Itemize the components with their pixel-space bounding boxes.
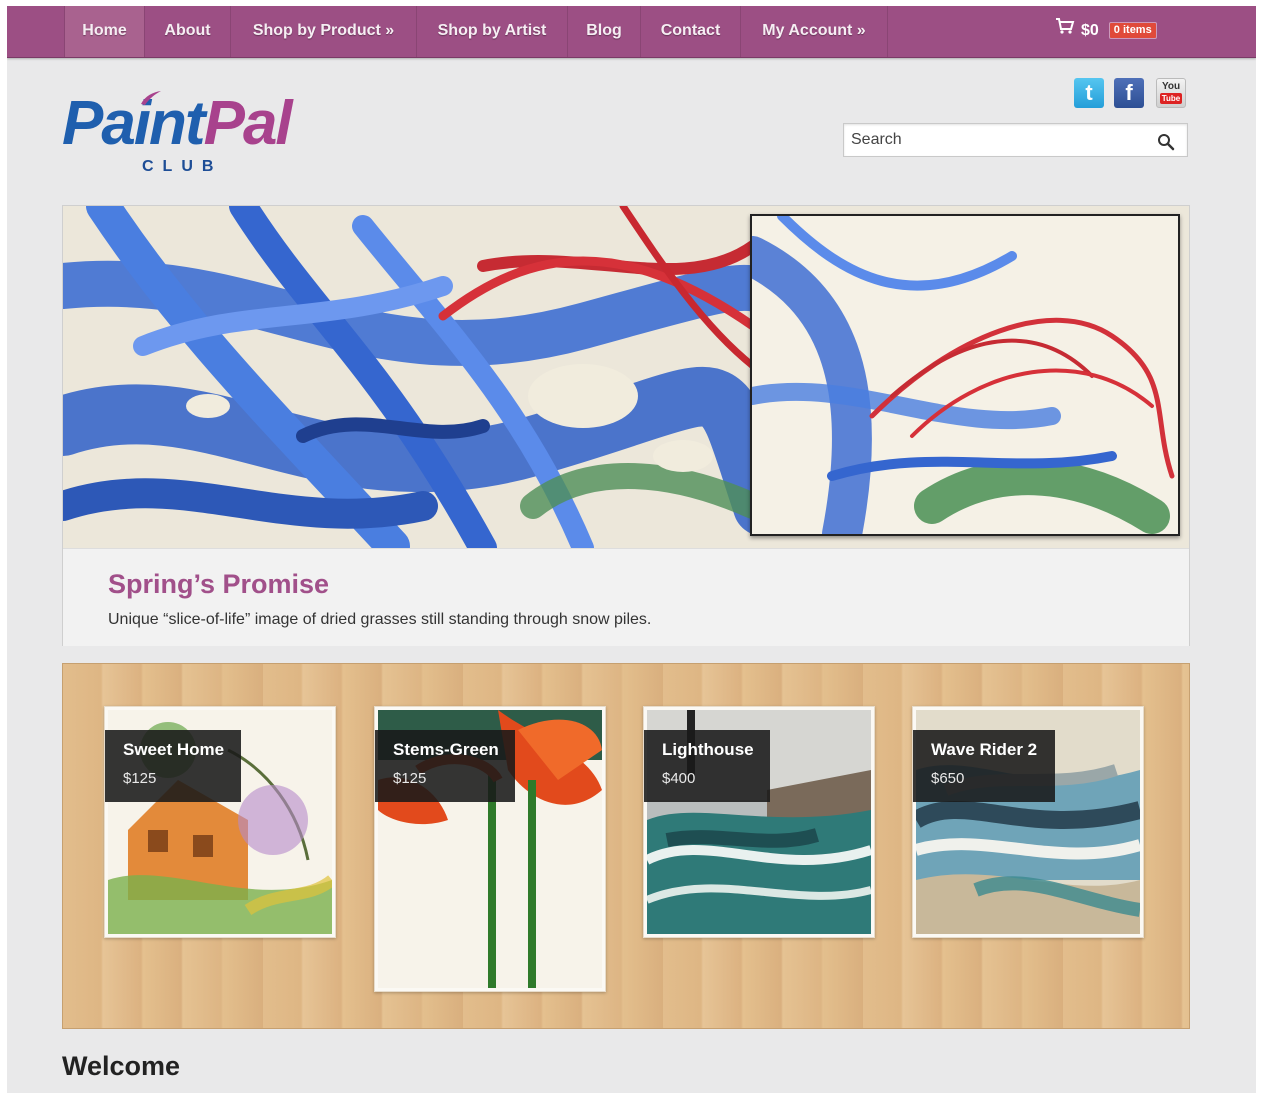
product-card-lighthouse[interactable]: Lighthouse $400 — [643, 706, 875, 938]
hero-slider[interactable]: Spring’s Promise Unique “slice-of-life” … — [62, 205, 1190, 646]
cart-summary[interactable]: $0 0 items — [1055, 6, 1157, 57]
nav-home[interactable]: Home — [64, 6, 145, 57]
site-logo[interactable]: PaintPal CLUB — [62, 88, 302, 178]
product-card-sweet-home[interactable]: Sweet Home $125 — [104, 706, 336, 938]
hero-description: Unique “slice-of-life” image of dried gr… — [108, 611, 652, 628]
hero-painting-image — [63, 206, 1189, 548]
product-name[interactable]: Stems-Green — [393, 740, 499, 760]
product-name[interactable]: Wave Rider 2 — [931, 740, 1037, 760]
paintbrush-icon — [141, 91, 161, 105]
welcome-heading: Welcome — [62, 1051, 181, 1081]
product-label: Wave Rider 2 $650 — [913, 730, 1055, 802]
search-icon[interactable] — [1157, 133, 1175, 151]
search-input[interactable] — [844, 124, 1151, 156]
cart-item-count-badge: 0 items — [1108, 22, 1157, 40]
product-price: $125 — [123, 770, 157, 787]
hero-title[interactable]: Spring’s Promise — [108, 569, 329, 600]
top-nav: Home About Shop by Product » Shop by Art… — [7, 6, 1256, 58]
nav-blog[interactable]: Blog — [568, 6, 641, 57]
cart-total: $0 — [1081, 22, 1099, 39]
product-name[interactable]: Lighthouse — [662, 740, 754, 760]
product-label: Stems-Green $125 — [375, 730, 515, 802]
nav-contact[interactable]: Contact — [641, 6, 741, 57]
shopping-cart-icon — [1055, 6, 1075, 55]
hero-inset-painting — [750, 214, 1180, 536]
product-name[interactable]: Sweet Home — [123, 740, 224, 760]
youtube-icon[interactable]: You Tube — [1156, 78, 1186, 108]
nav-shop-by-product[interactable]: Shop by Product » — [231, 6, 417, 57]
product-price: $125 — [393, 770, 427, 787]
product-card-stems-green[interactable]: Stems-Green $125 — [374, 706, 606, 992]
twitter-icon[interactable]: t — [1074, 78, 1104, 108]
facebook-icon[interactable]: f — [1114, 78, 1144, 108]
logo-club-text: CLUB — [142, 158, 223, 175]
product-card-wave-rider-2[interactable]: Wave Rider 2 $650 — [912, 706, 1144, 938]
logo-wordmark: PaintPal — [62, 89, 293, 158]
product-price: $650 — [931, 770, 965, 787]
product-price: $400 — [662, 770, 696, 787]
page: Home About Shop by Product » Shop by Art… — [7, 6, 1256, 1093]
nav-shop-by-artist[interactable]: Shop by Artist — [417, 6, 568, 57]
nav-my-account[interactable]: My Account » — [741, 6, 888, 57]
hero-caption: Spring’s Promise Unique “slice-of-life” … — [63, 548, 1189, 646]
product-label: Lighthouse $400 — [644, 730, 770, 802]
featured-products: Sweet Home $125 Stems-Green $125 Lightho… — [62, 663, 1190, 1029]
nav-about[interactable]: About — [145, 6, 231, 57]
search-box — [843, 123, 1188, 157]
product-label: Sweet Home $125 — [105, 730, 241, 802]
